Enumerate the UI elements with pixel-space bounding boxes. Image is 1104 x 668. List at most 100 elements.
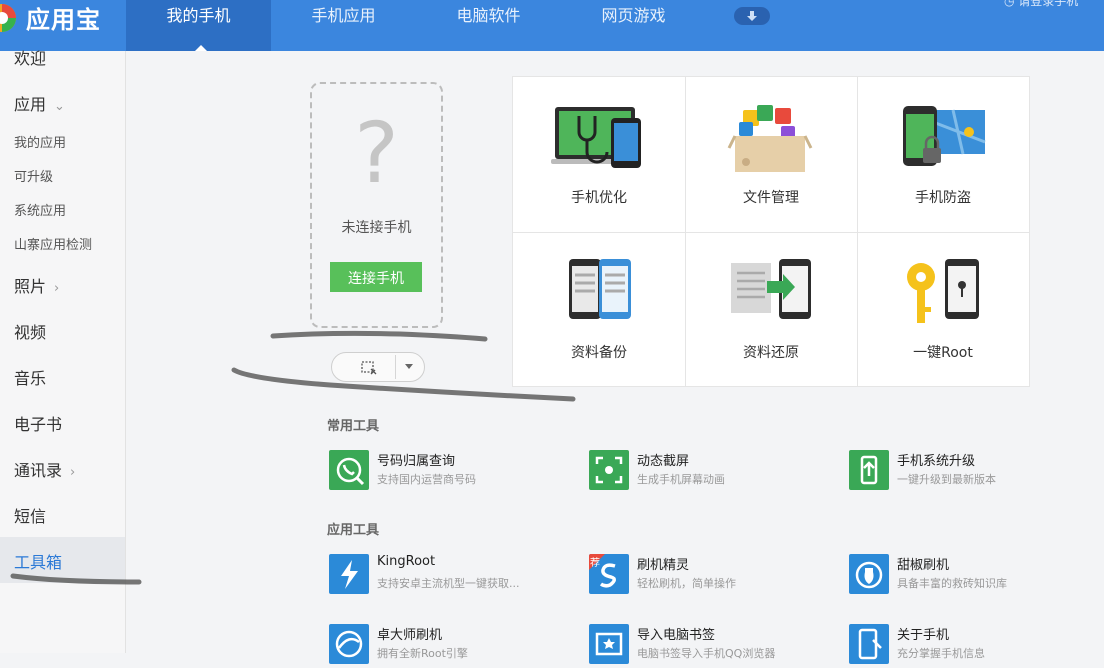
tool-about-phone[interactable]: 关于手机 充分掌握手机信息 bbox=[849, 624, 1089, 668]
sidebar-item-welcome[interactable]: 欢迎 bbox=[14, 45, 46, 69]
screen-capture-icon bbox=[589, 450, 629, 490]
feature-phone-optimize[interactable]: 手机优化 bbox=[513, 77, 685, 232]
tool-description: 生成手机屏幕动画 bbox=[637, 473, 725, 486]
screenshot-crop-icon[interactable] bbox=[359, 359, 379, 377]
feature-label: 资料还原 bbox=[743, 345, 799, 361]
feature-label: 资料备份 bbox=[571, 345, 627, 361]
top-bar: 应用宝 我的手机 手机应用 电脑软件 网页游戏 ◷ 请登录手机 bbox=[0, 0, 1104, 51]
tool-kingroot[interactable]: KingRoot 支持安卓主流机型一键获取... bbox=[329, 554, 569, 598]
sidebar-item-toolbox[interactable]: 工具箱 bbox=[14, 549, 62, 573]
backup-icon bbox=[569, 259, 631, 319]
tool-name: 号码归属查询 bbox=[377, 454, 456, 469]
tool-tianjiao[interactable]: 甜椒刷机 具备丰富的救砖知识库 bbox=[849, 554, 1089, 598]
tool-description: 一键升级到最新版本 bbox=[897, 473, 996, 486]
tianjiao-icon bbox=[849, 554, 889, 594]
kingroot-icon bbox=[329, 554, 369, 594]
phone-optimize-icon bbox=[551, 107, 641, 168]
sidebar-item-photos[interactable]: 照片 › bbox=[14, 273, 59, 297]
feature-label: 文件管理 bbox=[743, 190, 799, 206]
feature-label: 一键Root bbox=[913, 345, 973, 361]
restore-icon bbox=[731, 259, 811, 319]
about-phone-icon bbox=[849, 624, 889, 664]
common-tools-heading: 常用工具 bbox=[327, 419, 380, 434]
tool-flash-wizard[interactable]: 荐 刷机精灵 轻松刷机，简单操作 bbox=[589, 554, 829, 598]
device-connect-card: ? 未连接手机 连接手机 bbox=[310, 82, 443, 328]
split-divider bbox=[395, 355, 396, 379]
tool-description: 支持安卓主流机型一键获取... bbox=[377, 577, 520, 590]
tool-description: 支持国内运营商号码 bbox=[377, 473, 476, 486]
tool-description: 电脑书签导入手机QQ浏览器 bbox=[637, 647, 776, 660]
chevron-down-icon: ⌄ bbox=[54, 99, 65, 114]
tool-name: 手机系统升级 bbox=[897, 454, 976, 469]
tool-name: KingRoot bbox=[377, 554, 436, 569]
phone-lookup-icon bbox=[329, 450, 369, 490]
tool-zhuodashi[interactable]: 卓大师刷机 拥有全新Root引擎 bbox=[329, 624, 569, 668]
tool-description: 拥有全新Root引擎 bbox=[377, 647, 468, 660]
connect-phone-button[interactable]: 连接手机 bbox=[330, 262, 422, 292]
login-text: 请登录手机 bbox=[1018, 0, 1079, 8]
sidebar-item-label: 照片 bbox=[14, 277, 47, 296]
unknown-device-icon: ? bbox=[354, 104, 399, 202]
app-tools-heading: 应用工具 bbox=[327, 523, 380, 538]
sidebar: 欢迎 应用 ⌄ 我的应用 可升级 系统应用 山寨应用检测 照片 › 视频 音乐 电子… bbox=[0, 49, 126, 653]
tab-web-games[interactable]: 网页游戏 bbox=[561, 0, 706, 51]
system-upgrade-icon bbox=[849, 450, 889, 490]
tab-label: 手机应用 bbox=[311, 6, 376, 25]
tool-description: 具备丰富的救砖知识库 bbox=[897, 577, 1007, 590]
sidebar-item-system-apps[interactable]: 系统应用 bbox=[14, 200, 66, 219]
sidebar-item-upgradable[interactable]: 可升级 bbox=[14, 166, 53, 185]
tab-pc-software[interactable]: 电脑软件 bbox=[416, 0, 561, 51]
sidebar-item-video[interactable]: 视频 bbox=[14, 319, 46, 343]
download-manager-button[interactable] bbox=[734, 7, 770, 25]
tool-name: 刷机精灵 bbox=[637, 558, 690, 573]
sidebar-item-ebook[interactable]: 电子书 bbox=[14, 411, 62, 435]
tool-screen-capture[interactable]: 动态截屏 生成手机屏幕动画 bbox=[589, 450, 829, 494]
feature-file-manager[interactable]: 文件管理 bbox=[685, 77, 857, 232]
tool-name: 导入电脑书签 bbox=[637, 628, 716, 643]
active-tab-caret bbox=[195, 45, 207, 51]
user-icon: ◷ bbox=[1004, 0, 1019, 8]
recommended-badge: 荐 bbox=[590, 558, 600, 569]
sidebar-item-label: 通讯录 bbox=[14, 461, 63, 480]
tab-phone-apps[interactable]: 手机应用 bbox=[271, 0, 416, 51]
chevron-right-icon: › bbox=[54, 281, 60, 296]
sidebar-item-contacts[interactable]: 通讯录 › bbox=[14, 457, 75, 481]
tab-label: 我的手机 bbox=[166, 6, 231, 25]
dropdown-arrow-icon[interactable] bbox=[404, 364, 414, 370]
download-arrow-icon bbox=[747, 11, 757, 21]
tool-phone-lookup[interactable]: 号码归属查询 支持国内运营商号码 bbox=[329, 450, 569, 494]
app-title: 应用宝 bbox=[26, 6, 101, 34]
feature-backup[interactable]: 资料备份 bbox=[513, 232, 685, 387]
app-logo[interactable]: 应用宝 bbox=[0, 0, 126, 51]
tab-label: 电脑软件 bbox=[456, 6, 521, 25]
feature-anti-theft[interactable]: 手机防盗 bbox=[857, 77, 1029, 232]
zhuodashi-icon bbox=[329, 624, 369, 664]
feature-label: 手机防盗 bbox=[915, 190, 971, 206]
tool-name: 甜椒刷机 bbox=[897, 558, 950, 573]
tool-name: 动态截屏 bbox=[637, 454, 690, 469]
tool-system-upgrade[interactable]: 手机系统升级 一键升级到最新版本 bbox=[849, 450, 1089, 494]
root-key-icon bbox=[907, 259, 979, 323]
sidebar-item-apps[interactable]: 应用 ⌄ bbox=[14, 91, 65, 115]
login-status[interactable]: ◷ 请登录手机 bbox=[1004, 0, 1078, 9]
feature-restore[interactable]: 资料还原 bbox=[685, 232, 857, 387]
tool-bookmark-import[interactable]: 导入电脑书签 电脑书签导入手机QQ浏览器 bbox=[589, 624, 829, 668]
feature-grid: 手机优化 文件管理 手机防盗 资料备份 资料还原 一键Root bbox=[512, 76, 1030, 387]
device-status-text: 未连接手机 bbox=[341, 220, 412, 236]
bookmark-import-icon bbox=[589, 624, 629, 664]
tool-name: 卓大师刷机 bbox=[377, 628, 443, 643]
feature-one-click-root[interactable]: 一键Root bbox=[857, 232, 1029, 387]
sidebar-item-music[interactable]: 音乐 bbox=[14, 365, 46, 389]
sidebar-item-my-apps[interactable]: 我的应用 bbox=[14, 132, 66, 151]
sidebar-item-fake-app-check[interactable]: 山寨应用检测 bbox=[14, 234, 92, 253]
tool-description: 轻松刷机，简单操作 bbox=[637, 577, 736, 590]
tab-my-phone[interactable]: 我的手机 bbox=[126, 0, 271, 51]
file-manager-icon bbox=[727, 105, 813, 172]
chevron-right-icon: › bbox=[70, 465, 76, 480]
screenshot-split-button[interactable] bbox=[331, 352, 425, 382]
tab-label: 网页游戏 bbox=[601, 6, 666, 25]
tool-description: 充分掌握手机信息 bbox=[897, 647, 985, 660]
feature-label: 手机优化 bbox=[571, 190, 627, 206]
sidebar-item-sms[interactable]: 短信 bbox=[14, 503, 46, 527]
tool-name: 关于手机 bbox=[897, 628, 950, 643]
